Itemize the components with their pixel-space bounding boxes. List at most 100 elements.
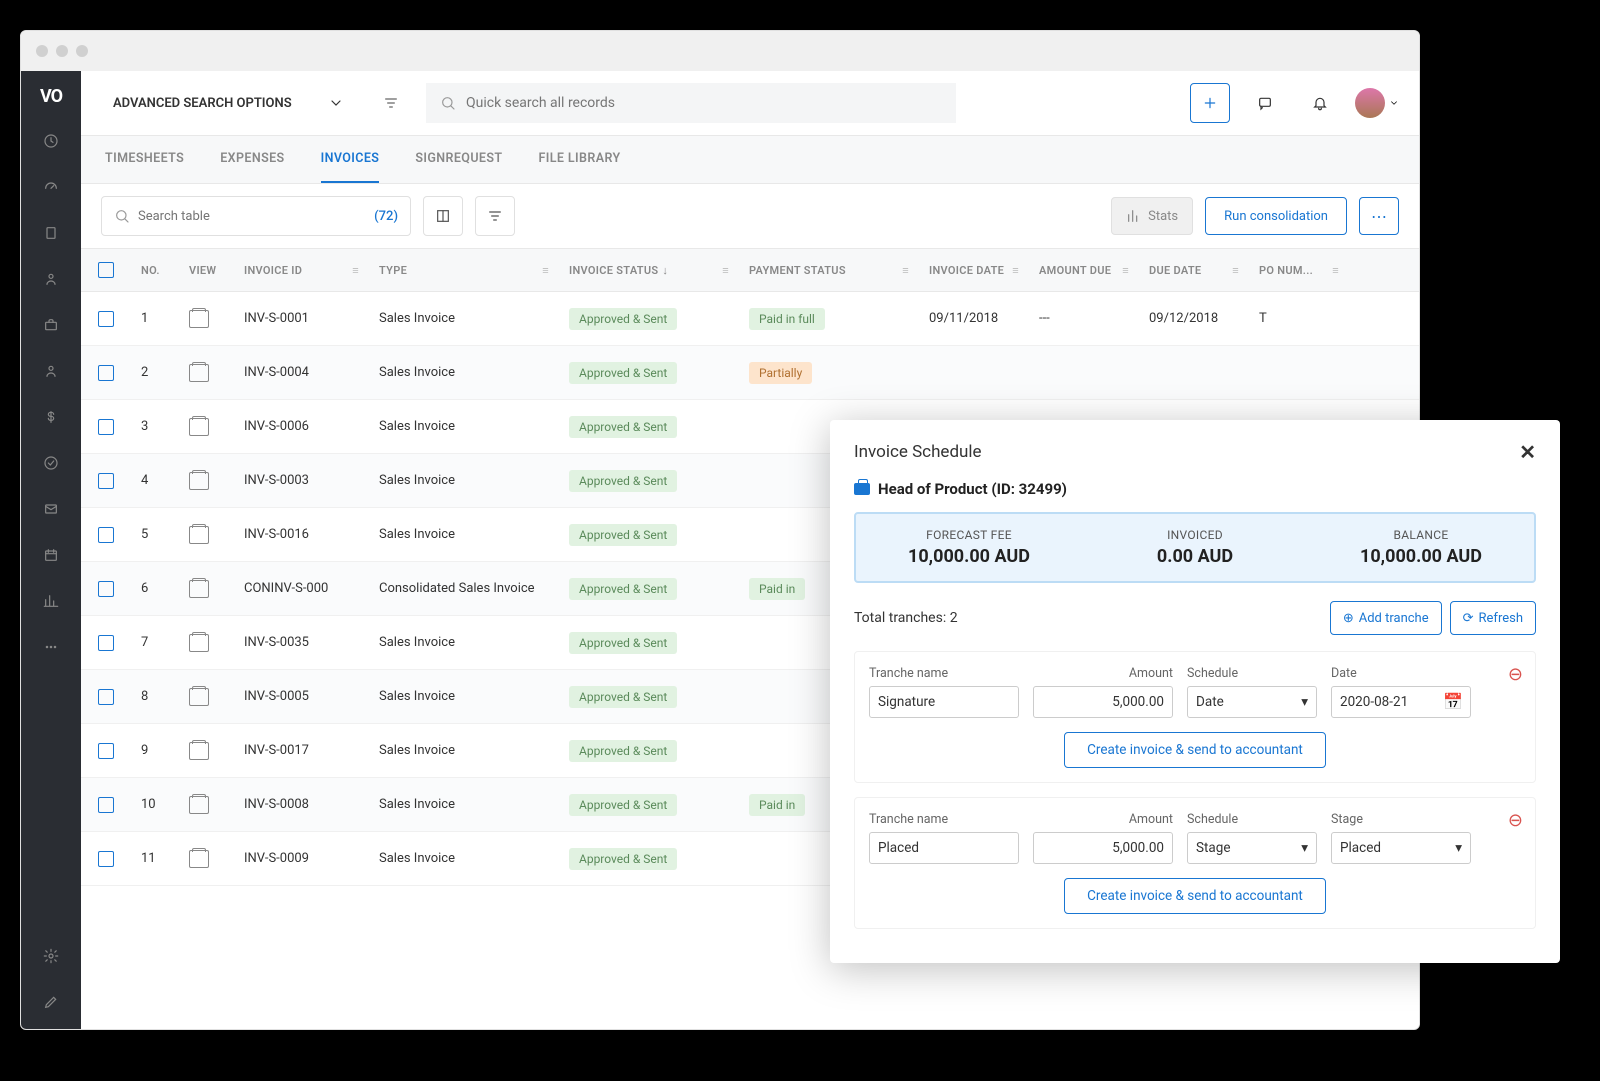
more-icon[interactable]: [39, 635, 63, 659]
cell-type: Sales Invoice: [369, 743, 559, 758]
delete-tranche-icon[interactable]: ⊖: [1508, 664, 1523, 685]
quick-search-input[interactable]: [466, 95, 942, 111]
tranche-amount-input[interactable]: [1033, 686, 1173, 718]
cell-date: 09/11/2018: [919, 311, 1029, 326]
window-dot[interactable]: [56, 45, 68, 57]
row-checkbox[interactable]: [98, 635, 114, 651]
history-icon[interactable]: [39, 129, 63, 153]
col-invoice-id[interactable]: INVOICE ID≡: [234, 264, 369, 277]
view-icon[interactable]: [189, 310, 209, 328]
person-icon[interactable]: [39, 359, 63, 383]
view-icon[interactable]: [189, 364, 209, 382]
col-payment-status[interactable]: PAYMENT STATUS≡: [739, 264, 919, 277]
row-checkbox[interactable]: [98, 743, 114, 759]
cell-po: T: [1249, 311, 1349, 326]
view-icon[interactable]: [189, 418, 209, 436]
view-icon[interactable]: [189, 580, 209, 598]
col-view[interactable]: VIEW: [179, 264, 234, 277]
pencil-icon[interactable]: [39, 990, 63, 1014]
notifications-icon[interactable]: [1300, 83, 1340, 123]
cell-invoice-id: INV-S-0003: [234, 473, 369, 488]
messages-icon[interactable]: [1245, 83, 1285, 123]
window-dot[interactable]: [36, 45, 48, 57]
tranche-amount-input[interactable]: [1033, 832, 1173, 864]
tranche-name-input[interactable]: [869, 686, 1019, 718]
cell-type: Sales Invoice: [369, 527, 559, 542]
col-no[interactable]: NO.: [131, 264, 179, 277]
row-checkbox[interactable]: [98, 527, 114, 543]
filter-button[interactable]: [475, 196, 515, 236]
payment-badge: Paid in full: [749, 308, 825, 330]
col-po-number[interactable]: PO NUM...≡: [1249, 264, 1349, 277]
schedule-select[interactable]: Date▾: [1187, 686, 1317, 718]
tab-signrequest[interactable]: SIGNREQUEST: [415, 136, 502, 183]
view-icon[interactable]: [189, 850, 209, 868]
calendar-icon[interactable]: [39, 543, 63, 567]
tranche-name-input[interactable]: [869, 832, 1019, 864]
col-due-date[interactable]: DUE DATE≡: [1139, 264, 1249, 277]
cell-type: Sales Invoice: [369, 635, 559, 650]
add-button[interactable]: [1190, 83, 1230, 123]
dashboard-icon[interactable]: [39, 175, 63, 199]
view-icon[interactable]: [189, 742, 209, 760]
schedule-select[interactable]: Stage▾: [1187, 832, 1317, 864]
tab-file-library[interactable]: FILE LIBRARY: [539, 136, 621, 183]
run-consolidation-button[interactable]: Run consolidation: [1205, 197, 1347, 235]
table-row[interactable]: 2 INV-S-0004 Sales Invoice Approved & Se…: [81, 346, 1419, 400]
table-row[interactable]: 1 INV-S-0001 Sales Invoice Approved & Se…: [81, 292, 1419, 346]
filter-icon[interactable]: [371, 83, 411, 123]
job-title: Head of Product (ID: 32499): [878, 480, 1067, 498]
mail-icon[interactable]: [39, 497, 63, 521]
row-checkbox[interactable]: [98, 851, 114, 867]
row-checkbox[interactable]: [98, 419, 114, 435]
select-all-checkbox[interactable]: [98, 262, 114, 278]
cell-no: 10: [131, 797, 179, 812]
row-checkbox[interactable]: [98, 581, 114, 597]
row-checkbox[interactable]: [98, 797, 114, 813]
user-icon[interactable]: [39, 267, 63, 291]
close-icon[interactable]: ✕: [1519, 440, 1536, 464]
table-search-input[interactable]: [138, 209, 366, 224]
quick-search[interactable]: [426, 83, 956, 123]
view-icon[interactable]: [189, 796, 209, 814]
stage-select[interactable]: Placed▾: [1331, 832, 1471, 864]
row-checkbox[interactable]: [98, 311, 114, 327]
check-circle-icon[interactable]: [39, 451, 63, 475]
table-search[interactable]: (72): [101, 196, 411, 236]
view-icon[interactable]: [189, 472, 209, 490]
col-invoice-status[interactable]: INVOICE STATUS↓≡: [559, 264, 739, 277]
delete-tranche-icon[interactable]: ⊖: [1508, 810, 1523, 831]
summary-label: BALANCE: [1308, 528, 1534, 542]
create-invoice-button[interactable]: Create invoice & send to accountant: [1064, 732, 1326, 768]
user-menu[interactable]: [1355, 88, 1399, 118]
row-checkbox[interactable]: [98, 473, 114, 489]
advanced-search-dropdown[interactable]: ADVANCED SEARCH OPTIONS: [101, 83, 356, 123]
view-icon[interactable]: [189, 688, 209, 706]
gear-icon[interactable]: [39, 944, 63, 968]
calendar-icon[interactable]: 📅: [1443, 692, 1463, 711]
status-badge: Approved & Sent: [569, 632, 677, 654]
more-actions-button[interactable]: ⋯: [1359, 197, 1399, 235]
col-invoice-date[interactable]: INVOICE DATE≡: [919, 264, 1029, 277]
chart-icon[interactable]: [39, 589, 63, 613]
briefcase-icon[interactable]: [39, 313, 63, 337]
stats-button[interactable]: Stats: [1111, 197, 1193, 235]
refresh-button[interactable]: ⟳ Refresh: [1450, 601, 1536, 635]
view-icon[interactable]: [189, 634, 209, 652]
create-invoice-button[interactable]: Create invoice & send to accountant: [1064, 878, 1326, 914]
col-type[interactable]: TYPE≡: [369, 264, 559, 277]
row-checkbox[interactable]: [98, 365, 114, 381]
columns-button[interactable]: [423, 196, 463, 236]
document-icon[interactable]: [39, 221, 63, 245]
tab-invoices[interactable]: INVOICES: [321, 136, 380, 183]
dollar-icon[interactable]: [39, 405, 63, 429]
view-icon[interactable]: [189, 526, 209, 544]
status-badge: Approved & Sent: [569, 686, 677, 708]
add-tranche-button[interactable]: ⊕ Add tranche: [1330, 601, 1442, 635]
window-dot[interactable]: [76, 45, 88, 57]
row-checkbox[interactable]: [98, 689, 114, 705]
tab-timesheets[interactable]: TIMESHEETS: [105, 136, 184, 183]
filter-icon: ≡: [1012, 264, 1019, 277]
col-amount-due[interactable]: AMOUNT DUE≡: [1029, 264, 1139, 277]
tab-expenses[interactable]: EXPENSES: [220, 136, 284, 183]
